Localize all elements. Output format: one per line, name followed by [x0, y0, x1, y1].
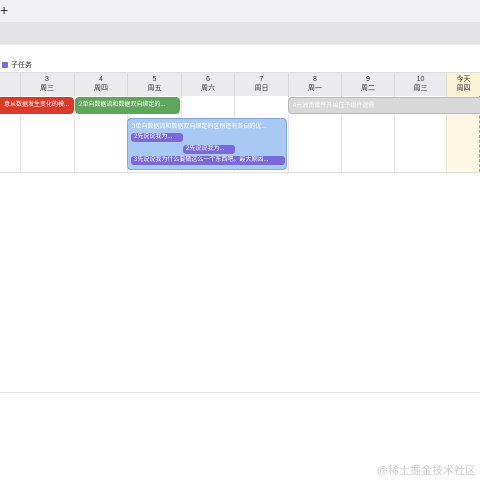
task-group-title: 3单向数据流和数据双向绑定的区别还有各自的优... — [132, 124, 267, 130]
day-number: 7 — [259, 76, 264, 83]
task-bar[interactable]: 2单向数据流和数据双向绑定的... — [75, 97, 180, 114]
day-number: 6 — [206, 76, 210, 83]
day-number: 3 — [45, 76, 49, 83]
task-bar[interactable]: 4元洲南做件开始任子组件退需 — [288, 97, 480, 114]
day-column-header: 7 周日 — [234, 73, 288, 96]
day-number: 4 — [99, 76, 103, 83]
weekday-label: 周一 — [308, 85, 322, 92]
new-tab-icon[interactable]: + — [0, 3, 8, 17]
weekday-label: 周二 — [361, 85, 375, 92]
subtask-bar[interactable]: 2先说说我为... — [183, 145, 235, 154]
legend-label: 子任务 — [11, 62, 32, 69]
grid-bottom-border — [0, 172, 480, 173]
weekday-label: 周四 — [456, 85, 471, 92]
today-column-header: 今天 周四 — [446, 73, 480, 96]
day-column-header: 4 周四 — [74, 73, 127, 96]
day-number: 10 — [416, 76, 425, 83]
weekday-label: 周三 — [40, 85, 54, 92]
task-bar[interactable]: 意从数据发生变化的模... — [0, 97, 74, 114]
day-column-header: 10 周三 — [394, 73, 446, 96]
watermark: @稀土掘金技术社区 — [376, 465, 476, 477]
subtask-bar[interactable]: 2先说说我为... — [131, 133, 183, 142]
weekday-label: 周四 — [94, 85, 108, 92]
browser-toolbar: + — [0, 0, 480, 22]
day-number: 5 — [152, 76, 157, 83]
legend-swatch — [2, 62, 8, 68]
day-column-header: 6 周六 — [181, 73, 234, 96]
timeline-header: 3 周三 4 周四 5 周五 6 周六 7 周日 8 周一 9 周二 10 周三… — [0, 72, 480, 97]
day-column-header: 5 周五 — [127, 73, 181, 96]
weekday-label: 周日 — [254, 85, 269, 92]
day-number: 今天 — [456, 76, 471, 83]
footer-divider — [0, 392, 480, 393]
divider — [0, 44, 480, 45]
task-group[interactable]: 3单向数据流和数据双向绑定的区别还有各自的优... 2先说说我为... 2先说说… — [127, 118, 287, 170]
weekday-label: 周五 — [147, 85, 162, 92]
day-column-header: 9 周二 — [341, 73, 394, 96]
address-strip — [0, 22, 480, 45]
day-column-header: 3 周三 — [20, 73, 73, 96]
legend: 子任务 — [2, 59, 32, 71]
weekday-label: 周六 — [201, 85, 215, 92]
subtask-bar[interactable]: 3先说说我为什么要做这么一个东西吧。最大原因... — [131, 156, 285, 165]
weekday-label: 周三 — [413, 85, 428, 92]
day-column-header: 8 周一 — [288, 73, 341, 96]
day-number: 8 — [313, 76, 317, 83]
day-number: 9 — [366, 76, 370, 83]
